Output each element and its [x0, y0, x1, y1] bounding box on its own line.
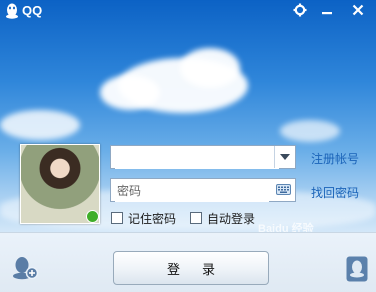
password-field[interactable] — [110, 178, 296, 202]
account-combobox[interactable] — [110, 145, 296, 169]
remember-password-checkbox[interactable]: 记住密码 — [111, 211, 177, 226]
auto-login-label: 自动登录 — [207, 211, 256, 226]
title-bar[interactable]: QQ — [0, 0, 376, 22]
settings-button[interactable] — [287, 0, 313, 20]
chevron-down-icon — [280, 154, 290, 160]
keyboard-icon[interactable] — [276, 184, 291, 195]
close-icon — [352, 4, 364, 16]
minimize-button[interactable] — [314, 0, 340, 20]
minimize-icon — [322, 12, 332, 15]
qq-penguin-logo-icon — [6, 3, 18, 19]
remember-password-label: 记住密码 — [128, 211, 177, 226]
account-input[interactable] — [115, 147, 279, 169]
multi-account-icon[interactable] — [346, 256, 368, 282]
password-input[interactable] — [115, 180, 269, 202]
avatar[interactable] — [20, 144, 100, 224]
cloud — [0, 110, 80, 140]
auto-login-checkbox[interactable]: 自动登录 — [190, 211, 256, 226]
online-status-icon — [86, 210, 99, 223]
find-password-link[interactable]: 找回密码 — [311, 184, 359, 201]
register-account-link[interactable]: 注册帐号 — [311, 150, 359, 167]
cloud — [180, 48, 240, 88]
gear-icon — [293, 3, 307, 17]
close-button[interactable] — [345, 0, 371, 20]
login-button[interactable]: 登录 — [113, 251, 269, 285]
account-dropdown-button[interactable] — [274, 146, 295, 168]
checkbox-box[interactable] — [111, 212, 123, 224]
cloud — [280, 120, 340, 142]
cloud — [100, 75, 160, 110]
add-account-icon[interactable] — [10, 256, 40, 280]
window-title: QQ — [22, 3, 43, 18]
qq-login-window: QQ 注册帐号 找回密码 记住密码 自动登录 Baidu 经验 登录 — [0, 0, 376, 292]
checkbox-box[interactable] — [190, 212, 202, 224]
